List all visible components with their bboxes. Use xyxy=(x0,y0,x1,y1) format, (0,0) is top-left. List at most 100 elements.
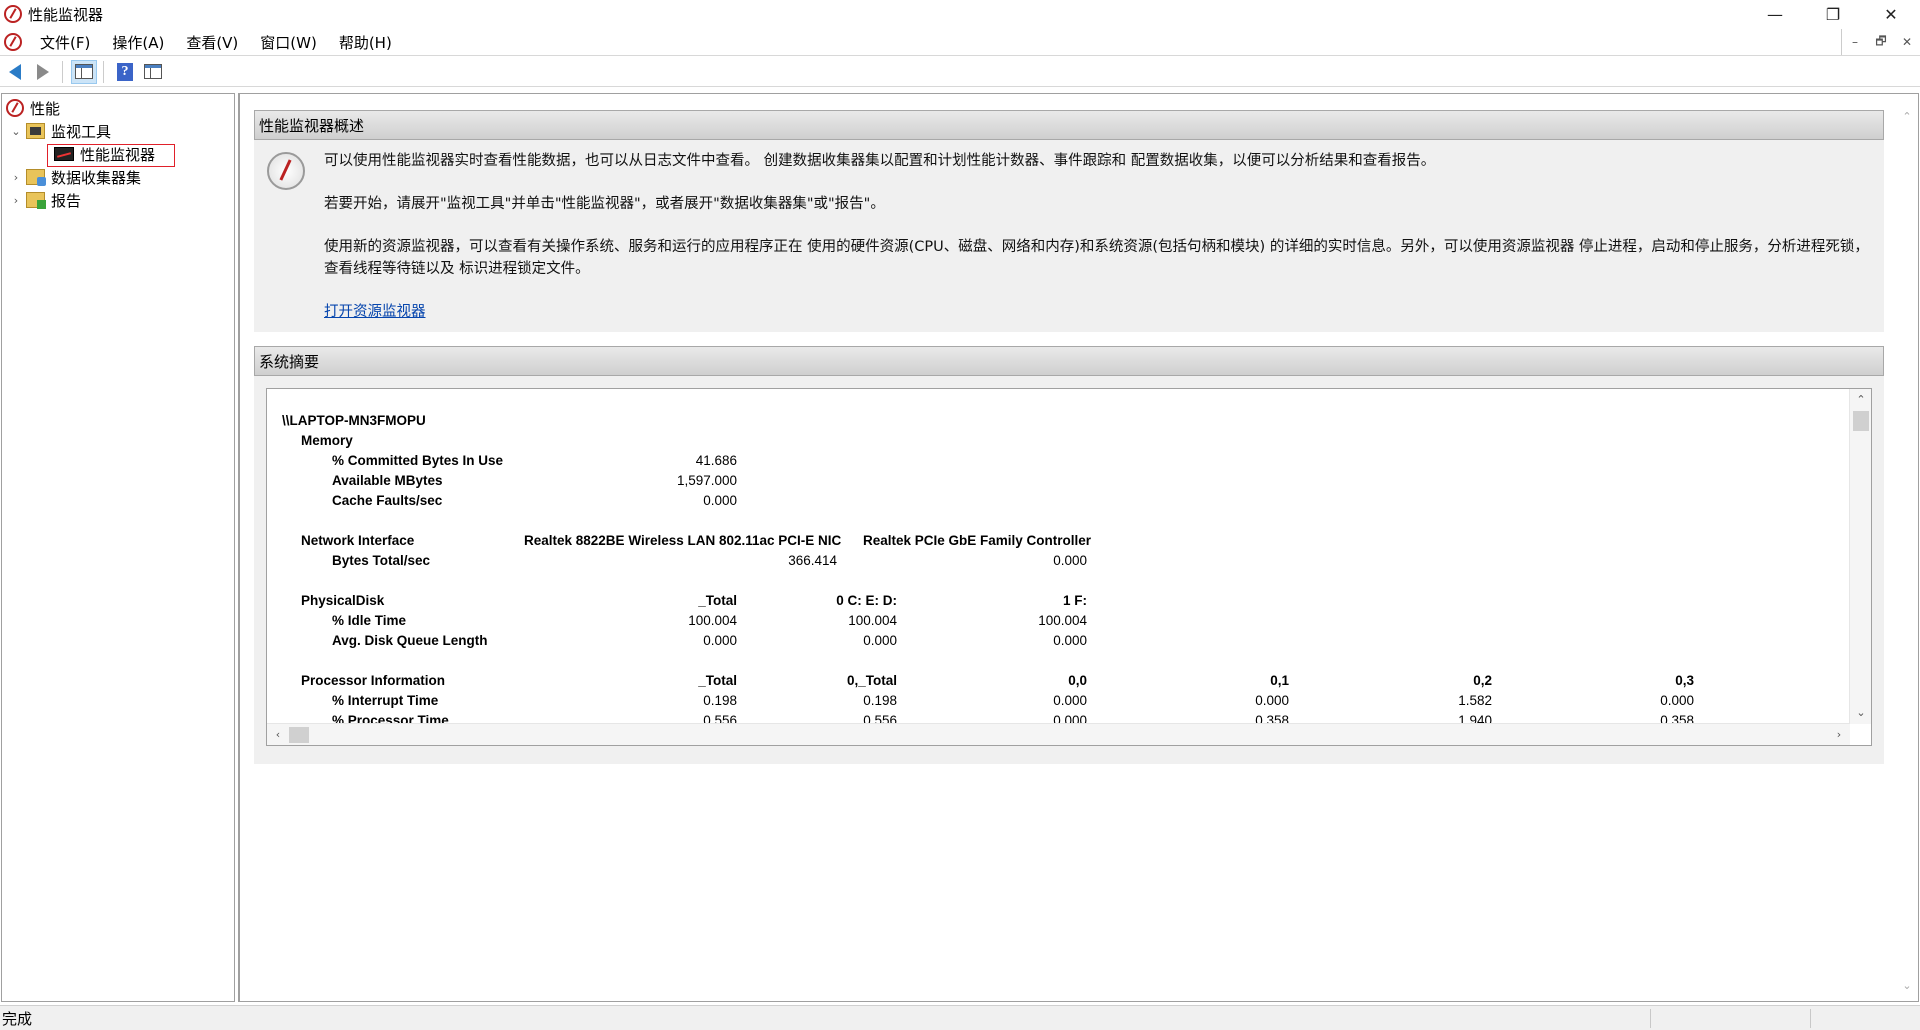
show-hide-tree-button[interactable] xyxy=(71,59,97,84)
scroll-right-icon[interactable]: › xyxy=(1828,726,1850,744)
status-bar: 完成 xyxy=(0,1005,1920,1030)
instance-name: Realtek PCIe GbE Family Controller xyxy=(863,533,1092,548)
selection-highlight xyxy=(47,144,175,167)
overview-panel: 性能监视器概述 可以使用性能监视器实时查看性能数据，也可以从日志文件中查看。 创… xyxy=(254,110,1884,332)
tree-item-label: 性能 xyxy=(30,99,61,118)
counter-value: 0.000 xyxy=(703,493,737,508)
computer-name: \\LAPTOP-MN3FMOPU xyxy=(282,413,426,428)
instance-name: 0,3 xyxy=(1675,673,1694,688)
forward-arrow-icon xyxy=(37,63,49,80)
open-resource-monitor-link[interactable]: 打开资源监视器 xyxy=(324,300,426,321)
monitoring-tools-icon xyxy=(26,123,45,139)
tree-item-label: 数据收集器集 xyxy=(51,168,142,187)
scroll-down-icon[interactable]: ⌄ xyxy=(1896,977,1918,995)
counter-name: Bytes Total/sec xyxy=(332,553,431,568)
counter-value: 366.414 xyxy=(788,553,837,568)
back-button[interactable] xyxy=(2,60,28,84)
scroll-up-icon[interactable]: ⌃ xyxy=(1896,108,1918,126)
performance-gauge-icon xyxy=(267,152,305,190)
show-hide-tree-icon xyxy=(75,64,93,79)
instance-name: 0,2 xyxy=(1473,673,1492,688)
status-divider xyxy=(1650,1009,1651,1028)
counter-value: 0.198 xyxy=(703,693,737,708)
instance-name: _Total xyxy=(698,593,737,608)
processor-info-label: Processor Information xyxy=(301,673,446,688)
window-controls: — ❐ ✕ xyxy=(1746,0,1920,28)
content-vertical-scrollbar[interactable]: ⌃ ⌄ xyxy=(1896,94,1918,1001)
collapse-icon[interactable]: ⌄ xyxy=(10,125,22,138)
overview-header: 性能监视器概述 xyxy=(254,110,1884,140)
counter-value: 0.198 xyxy=(863,693,897,708)
instance-name: 0,0 xyxy=(1068,673,1087,688)
counter-name: % Interrupt Time xyxy=(332,693,439,708)
counter-name: Cache Faults/sec xyxy=(332,493,443,508)
menu-help[interactable]: 帮助(H) xyxy=(335,30,396,55)
summary-header: 系统摘要 xyxy=(254,346,1884,376)
counter-name: Available MBytes xyxy=(332,473,443,488)
expand-icon[interactable]: › xyxy=(10,194,22,207)
data-collector-sets-icon xyxy=(26,169,46,186)
scroll-down-icon[interactable]: ⌄ xyxy=(1850,704,1871,722)
content-pane: 性能监视器概述 可以使用性能监视器实时查看性能数据，也可以从日志文件中查看。 创… xyxy=(238,93,1919,1002)
scroll-up-icon[interactable]: ⌃ xyxy=(1850,391,1871,409)
scroll-thumb[interactable] xyxy=(1853,411,1869,431)
counter-value: 0.000 xyxy=(1053,633,1087,648)
tree-item-reports[interactable]: › 报告 xyxy=(10,189,81,211)
toolbar-separator xyxy=(103,60,104,83)
counter-value: 1.582 xyxy=(1458,693,1492,708)
system-summary-panel: 系统摘要 \\LAPTOP-MN3FMOPU Memory % Committe… xyxy=(254,346,1884,764)
instance-name: Realtek 8822BE Wireless LAN 802.11ac PCI… xyxy=(524,533,842,548)
show-action-pane-icon xyxy=(144,64,162,79)
show-action-pane-button[interactable] xyxy=(140,60,166,84)
help-button[interactable]: ? xyxy=(112,60,138,84)
menu-view[interactable]: 查看(V) xyxy=(182,30,242,55)
close-button[interactable]: ✕ xyxy=(1862,0,1920,28)
summary-horizontal-scrollbar[interactable]: ‹ › xyxy=(267,723,1850,745)
counter-name: Avg. Disk Queue Length xyxy=(332,633,488,648)
counter-value: 0.000 xyxy=(703,633,737,648)
overview-paragraph-2: 若要开始，请展开"监视工具"并单击"性能监视器"，或者展开"数据收集器集"或"报… xyxy=(324,196,885,212)
counter-name: % Idle Time xyxy=(332,613,407,628)
physical-disk-label: PhysicalDisk xyxy=(301,593,385,608)
menu-bar: 文件(F) 操作(A) 查看(V) 窗口(W) 帮助(H) – 🗗 ✕ xyxy=(0,29,1920,56)
expand-icon[interactable]: › xyxy=(10,171,22,184)
window-title: 性能监视器 xyxy=(28,5,104,24)
scroll-thumb[interactable] xyxy=(289,727,309,743)
summary-report[interactable]: \\LAPTOP-MN3FMOPU Memory % Committed Byt… xyxy=(266,388,1872,746)
minimize-button[interactable]: — xyxy=(1746,0,1804,28)
forward-button[interactable] xyxy=(30,60,56,84)
mdi-restore-button[interactable]: 🗗 xyxy=(1868,29,1894,55)
overview-paragraph-1: 可以使用性能监视器实时查看性能数据，也可以从日志文件中查看。 创建数据收集器集以… xyxy=(324,153,1436,169)
memory-label: Memory xyxy=(301,433,353,448)
toolbar: ? xyxy=(0,57,1920,87)
tree-item-label: 报告 xyxy=(51,191,82,210)
tree-item-monitoring-tools[interactable]: ⌄ 监视工具 xyxy=(10,120,111,142)
mdi-controls: – 🗗 ✕ xyxy=(1841,29,1920,55)
help-icon: ? xyxy=(117,62,133,81)
mdi-minimize-button[interactable]: – xyxy=(1842,29,1868,55)
counter-value: 100.004 xyxy=(688,613,737,628)
menu-action[interactable]: 操作(A) xyxy=(108,30,168,55)
tree-item-performance[interactable]: 性能 xyxy=(6,97,60,119)
menu-file[interactable]: 文件(F) xyxy=(36,30,94,55)
restore-button[interactable]: ❐ xyxy=(1804,0,1862,28)
instance-name: 1 F: xyxy=(1062,593,1087,608)
status-divider xyxy=(1810,1009,1811,1028)
scroll-left-icon[interactable]: ‹ xyxy=(267,726,289,744)
instance-name: 0 C: E: D: xyxy=(836,593,897,608)
system-menu-icon[interactable] xyxy=(4,33,22,51)
counter-name: % Committed Bytes In Use xyxy=(332,453,504,468)
reports-icon xyxy=(26,192,46,209)
counter-value: 0.000 xyxy=(863,633,897,648)
status-text: 完成 xyxy=(2,1009,33,1028)
instance-name: 0,1 xyxy=(1270,673,1289,688)
mdi-close-button[interactable]: ✕ xyxy=(1894,29,1920,55)
back-arrow-icon xyxy=(9,63,21,80)
instance-name: _Total xyxy=(698,673,737,688)
counter-value: 0.000 xyxy=(1053,693,1087,708)
tree-item-label: 监视工具 xyxy=(51,122,112,141)
menu-window[interactable]: 窗口(W) xyxy=(256,30,321,55)
counter-value: 0.000 xyxy=(1660,693,1694,708)
summary-vertical-scrollbar[interactable]: ⌃ ⌄ xyxy=(1849,389,1871,724)
tree-item-data-collector-sets[interactable]: › 数据收集器集 xyxy=(10,166,141,188)
